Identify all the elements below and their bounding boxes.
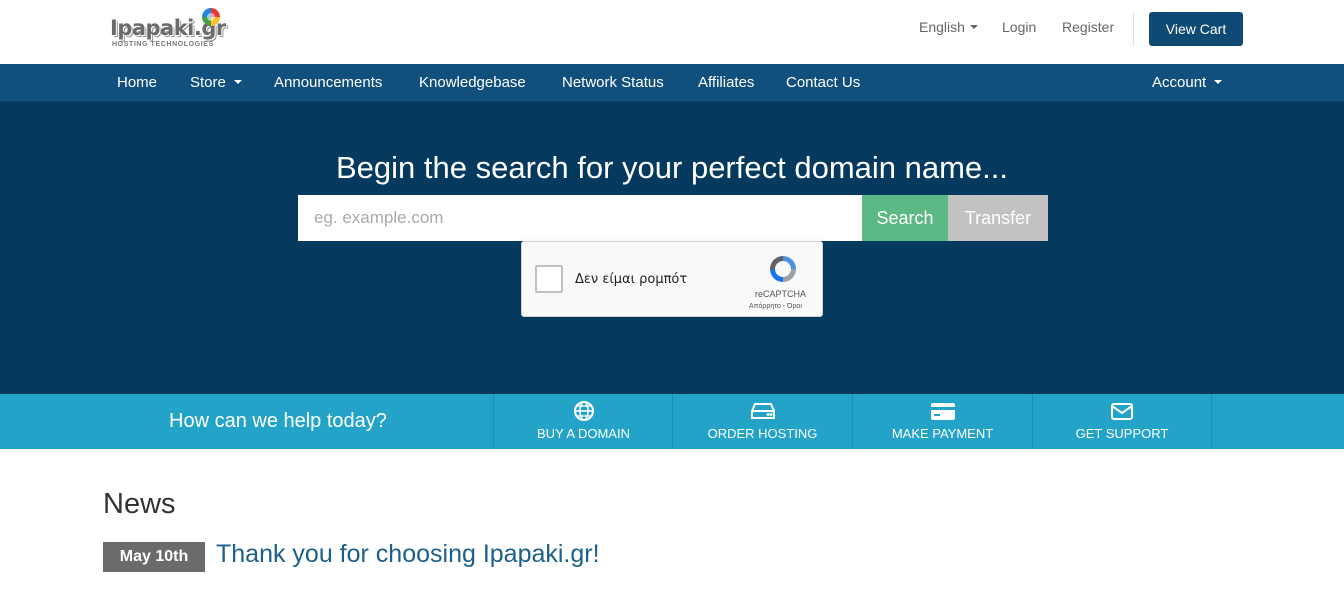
top-header: Ipapaki.gr HOSTING TECHNOLOGIES English …: [0, 0, 1344, 64]
recaptcha-logo-icon: [770, 256, 796, 282]
chevron-down-icon: [969, 25, 978, 30]
nav-item-account[interactable]: Account: [1152, 74, 1223, 91]
help-prompt: How can we help today?: [169, 410, 387, 432]
nav-item-home[interactable]: Home: [117, 74, 157, 91]
main-nav: Home Store Announcements Knowledgebase N…: [0, 64, 1344, 102]
search-button[interactable]: Search: [862, 195, 948, 241]
nav-item-account-label: Account: [1152, 74, 1207, 91]
order-hosting-button[interactable]: ORDER HOSTING: [672, 394, 852, 449]
hero-title: Begin the search for your perfect domain…: [335, 150, 1009, 185]
nav-item-store[interactable]: Store: [190, 74, 242, 91]
recaptcha-terms-link[interactable]: Απόρρητο - Όροι: [749, 303, 802, 310]
server-icon: [750, 403, 775, 419]
news-heading: News: [103, 488, 176, 520]
nav-item-announcements[interactable]: Announcements: [274, 74, 382, 91]
domain-search-hero: Begin the search for your perfect domain…: [0, 102, 1344, 394]
nav-item-knowledgebase[interactable]: Knowledgebase: [419, 74, 526, 91]
get-support-button[interactable]: GET SUPPORT: [1032, 394, 1212, 449]
nav-item-affiliates[interactable]: Affiliates: [698, 74, 754, 91]
domain-search-input[interactable]: [298, 195, 862, 241]
make-payment-label: MAKE PAYMENT: [891, 426, 994, 441]
news-date-badge: May 10th: [103, 542, 205, 572]
language-dropdown[interactable]: English: [919, 19, 978, 35]
chevron-down-icon: [1214, 80, 1223, 85]
logo-ball-icon: [202, 8, 220, 26]
site-logo[interactable]: Ipapaki.gr HOSTING TECHNOLOGIES: [110, 8, 226, 54]
order-hosting-label: ORDER HOSTING: [707, 426, 818, 441]
recaptcha-widget: Δεν είμαι ρομπότ reCAPTCHA Απόρρητο - Όρ…: [521, 241, 823, 317]
buy-domain-button[interactable]: BUY A DOMAIN: [493, 394, 673, 449]
globe-icon: [573, 401, 594, 421]
nav-item-store-label: Store: [190, 74, 226, 91]
nav-item-contact-us[interactable]: Contact Us: [786, 74, 860, 91]
help-bar: How can we help today? BUY A DOMAIN ORDE…: [0, 394, 1344, 449]
buy-domain-label: BUY A DOMAIN: [537, 426, 630, 441]
login-link[interactable]: Login: [1002, 19, 1036, 35]
logo-subtitle: HOSTING TECHNOLOGIES: [112, 41, 214, 48]
make-payment-button[interactable]: MAKE PAYMENT: [852, 394, 1032, 449]
get-support-label: GET SUPPORT: [1075, 426, 1169, 441]
register-link[interactable]: Register: [1062, 19, 1114, 35]
chevron-down-icon: [233, 80, 242, 85]
transfer-button[interactable]: Transfer: [948, 195, 1048, 241]
header-divider: [1133, 12, 1134, 46]
recaptcha-brand: reCAPTCHA: [755, 289, 807, 299]
news-item-link[interactable]: Thank you for choosing Ipapaki.gr!: [216, 540, 600, 569]
recaptcha-label: Δεν είμαι ρομπότ: [575, 272, 688, 287]
language-label: English: [919, 19, 965, 35]
credit-card-icon: [930, 403, 955, 420]
nav-item-network-status[interactable]: Network Status: [562, 74, 664, 91]
recaptcha-checkbox[interactable]: [535, 265, 563, 293]
envelope-icon: [1111, 403, 1133, 420]
view-cart-button[interactable]: View Cart: [1149, 12, 1243, 46]
